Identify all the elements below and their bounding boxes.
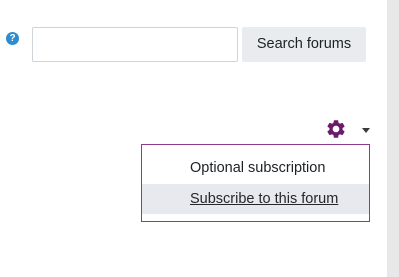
forum-settings-menu: Optional subscription Subscribe to this … [141,144,370,222]
gear-icon [327,120,345,138]
forum-page: ? Search forums Optional subscription Su… [0,0,399,277]
menu-item-optional-subscription[interactable]: Optional subscription [142,153,369,183]
search-forums-input[interactable] [32,27,238,62]
caret-down-icon [362,128,370,133]
forum-settings-toggle[interactable] [322,117,372,141]
menu-item-subscribe-to-forum[interactable]: Subscribe to this forum [142,184,369,214]
help-icon[interactable]: ? [6,32,19,45]
window-edge [387,0,399,277]
search-forums-button[interactable]: Search forums [242,27,366,62]
